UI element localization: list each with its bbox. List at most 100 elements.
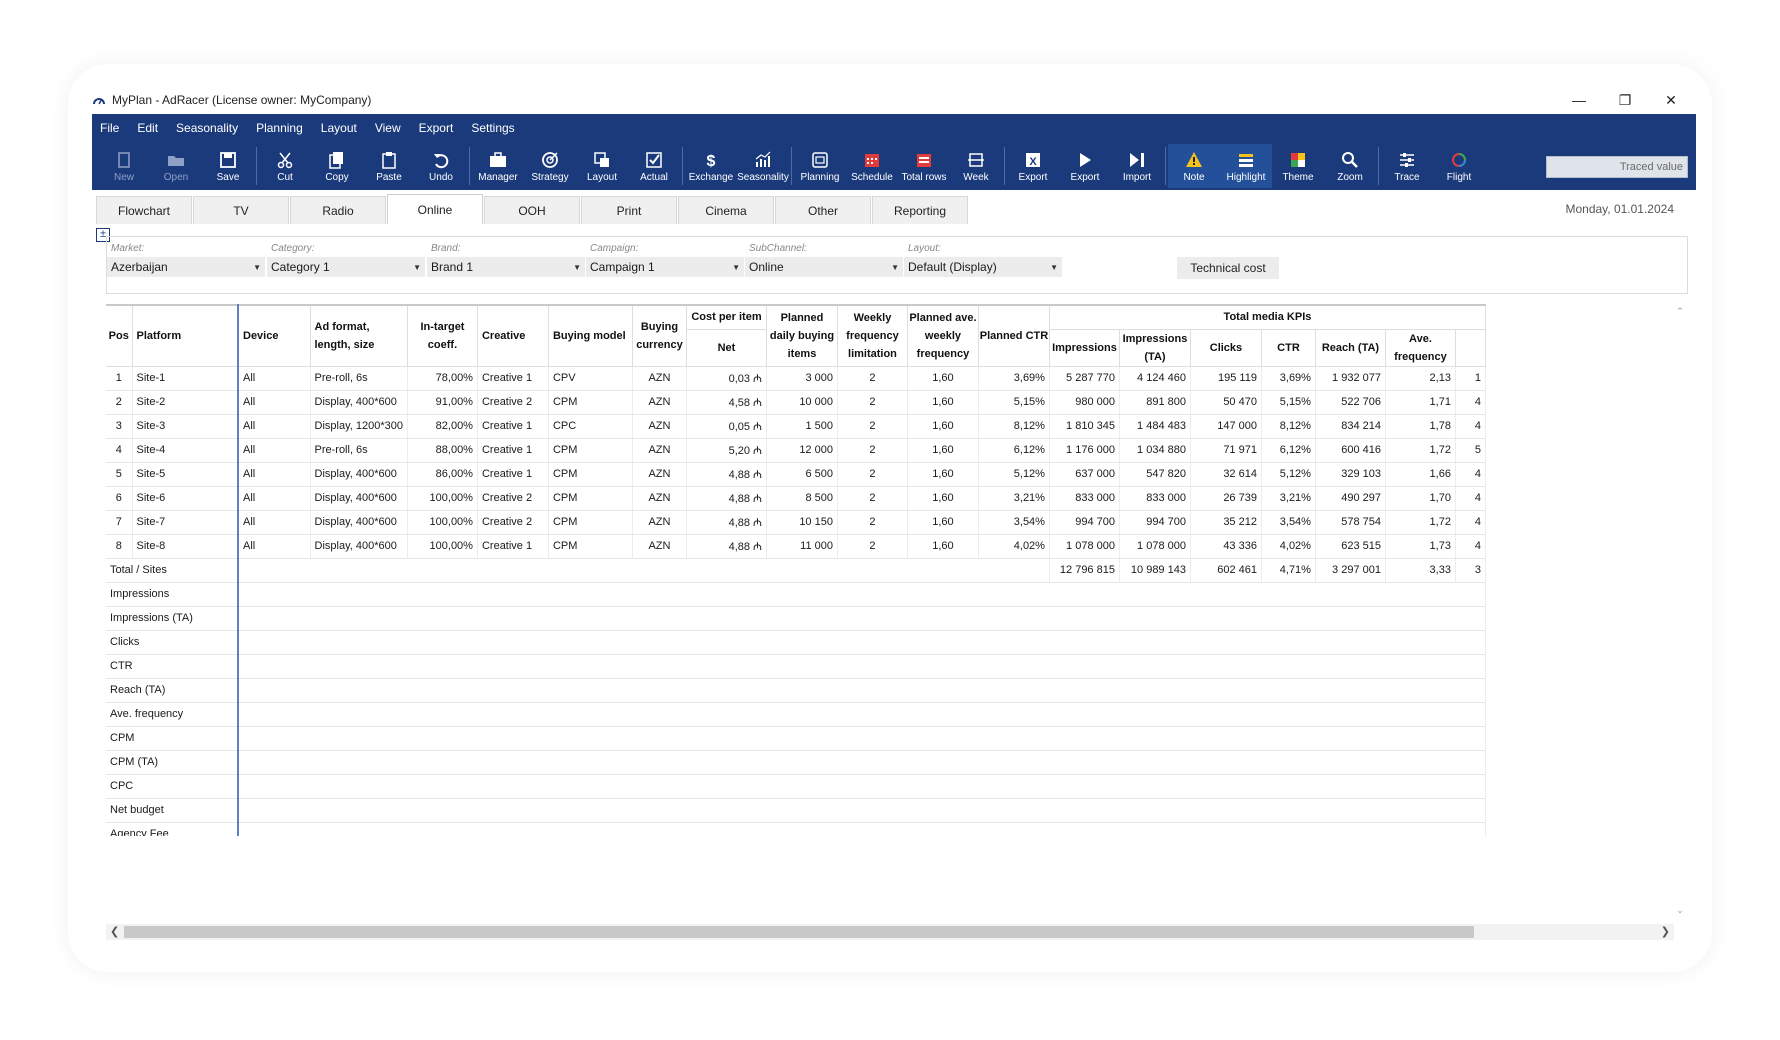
tab-ooh[interactable]: OOH (484, 196, 580, 224)
table-cell[interactable]: AZN (632, 462, 687, 487)
table-cell[interactable]: 2,13 (1385, 366, 1456, 391)
table-cell[interactable]: 1,60 (907, 438, 979, 463)
minimize-icon[interactable]: — (1570, 92, 1588, 108)
table-cell[interactable]: 6,12% (1261, 438, 1316, 463)
table-cell[interactable]: 2 (837, 462, 908, 487)
table-cell[interactable]: CPM (548, 510, 633, 535)
table-cell[interactable]: 100,00% (407, 510, 478, 535)
table-cell[interactable]: 4 (1455, 462, 1486, 487)
table-cell[interactable]: All (238, 438, 311, 463)
table-cell[interactable]: 3,54% (1261, 510, 1316, 535)
table-cell[interactable]: Creative 1 (477, 534, 549, 559)
table-cell[interactable]: 1 (1455, 366, 1486, 391)
col-impressions-ta[interactable]: Impressions (TA) (1119, 329, 1191, 367)
table-cell[interactable]: 8,12% (978, 414, 1050, 439)
table-cell[interactable]: 1,60 (907, 510, 979, 535)
table-cell[interactable]: 2 (837, 366, 908, 391)
table-cell[interactable]: 3,69% (1261, 366, 1316, 391)
menu-edit[interactable]: Edit (137, 121, 158, 135)
col-pos[interactable]: Pos (106, 305, 133, 367)
tab-reporting[interactable]: Reporting (872, 196, 968, 224)
table-cell[interactable]: 1,60 (907, 414, 979, 439)
table-cell[interactable]: 8 (106, 534, 133, 559)
horizontal-scroll-thumb[interactable] (124, 926, 1474, 938)
table-cell[interactable]: 1,60 (907, 462, 979, 487)
table-cell[interactable]: 5,15% (1261, 390, 1316, 415)
table-row[interactable]: 2 Site-2 All Display, 400*600 91,00% Creative… (106, 390, 1486, 415)
table-cell[interactable]: Site-3 (132, 414, 239, 439)
toolbar-total-rows-button[interactable]: Total rows (898, 144, 950, 188)
table-cell[interactable]: 5 (1455, 438, 1486, 463)
table-cell[interactable]: 623 515 (1315, 534, 1386, 559)
table-cell[interactable]: Pre-roll, 6s (310, 438, 408, 463)
table-cell[interactable]: 1 810 345 (1049, 414, 1120, 439)
toolbar-note-button[interactable]: Note (1168, 144, 1220, 188)
table-cell[interactable]: 2 (837, 510, 908, 535)
table-cell[interactable]: 1 932 077 (1315, 366, 1386, 391)
table-cell[interactable]: Site-6 (132, 486, 239, 511)
table-cell[interactable]: All (238, 486, 311, 511)
table-cell[interactable]: 1 500 (766, 414, 838, 439)
table-cell[interactable]: 4 (1455, 390, 1486, 415)
table-cell[interactable]: 1,78 (1385, 414, 1456, 439)
toolbar-undo-button[interactable]: Undo (415, 144, 467, 188)
table-row[interactable]: 7 Site-7 All Display, 400*600 100,00% Creativ… (106, 510, 1486, 535)
table-cell[interactable]: Site-1 (132, 366, 239, 391)
table-cell[interactable]: 5 (106, 462, 133, 487)
table-cell[interactable]: AZN (632, 366, 687, 391)
table-cell[interactable]: 1 034 880 (1119, 438, 1191, 463)
table-cell[interactable]: Site-4 (132, 438, 239, 463)
tab-cinema[interactable]: Cinema (678, 196, 774, 224)
table-cell[interactable]: 3 000 (766, 366, 838, 391)
toolbar-open-button[interactable]: Open (150, 144, 202, 188)
table-cell[interactable]: Pre-roll, 6s (310, 366, 408, 391)
table-cell[interactable]: 8,12% (1261, 414, 1316, 439)
table-cell[interactable]: 833 000 (1119, 486, 1191, 511)
table-cell[interactable]: 4,88 ₼ (686, 510, 767, 535)
col-planned-daily[interactable]: Planned daily buying items (766, 305, 838, 367)
scroll-down-icon[interactable]: ⌄ (1674, 905, 1686, 916)
toolbar-strategy-button[interactable]: Strategy (524, 144, 576, 188)
toolbar-export-button[interactable]: Export (1059, 144, 1111, 188)
table-cell[interactable]: Creative 2 (477, 510, 549, 535)
toolbar-manager-button[interactable]: Manager (472, 144, 524, 188)
table-cell[interactable]: 4 (1455, 510, 1486, 535)
table-cell[interactable]: AZN (632, 438, 687, 463)
table-cell[interactable]: 1,60 (907, 366, 979, 391)
table-cell[interactable]: 1 (106, 366, 133, 391)
filter-dropdown[interactable]: Default (Display) ▼ (904, 257, 1062, 277)
table-cell[interactable]: 4 (106, 438, 133, 463)
table-cell[interactable]: 600 416 (1315, 438, 1386, 463)
table-cell[interactable]: 1 078 000 (1049, 534, 1120, 559)
table-cell[interactable]: CPM (548, 438, 633, 463)
close-icon[interactable]: ✕ (1662, 92, 1680, 109)
toolbar-zoom-button[interactable]: Zoom (1324, 144, 1376, 188)
table-cell[interactable]: 1 078 000 (1119, 534, 1191, 559)
restore-icon[interactable]: ❐ (1616, 92, 1634, 109)
table-cell[interactable]: AZN (632, 534, 687, 559)
table-cell[interactable]: 547 820 (1119, 462, 1191, 487)
table-cell[interactable]: 891 800 (1119, 390, 1191, 415)
table-cell[interactable]: AZN (632, 390, 687, 415)
table-cell[interactable]: Display, 400*600 (310, 390, 408, 415)
table-cell[interactable]: 43 336 (1190, 534, 1262, 559)
table-cell[interactable]: 0,03 ₼ (686, 366, 767, 391)
menu-file[interactable]: File (100, 121, 119, 135)
table-cell[interactable]: 578 754 (1315, 510, 1386, 535)
toolbar-import-button[interactable]: Import (1111, 144, 1163, 188)
table-cell[interactable]: 82,00% (407, 414, 478, 439)
col-clicks[interactable]: Clicks (1190, 329, 1262, 367)
vertical-scrollbar[interactable]: ⌃ ⌄ (1674, 306, 1686, 916)
table-cell[interactable]: AZN (632, 510, 687, 535)
table-cell[interactable]: 1,60 (907, 486, 979, 511)
table-cell[interactable]: CPM (548, 390, 633, 415)
table-cell[interactable]: 2 (837, 414, 908, 439)
table-cell[interactable]: 5,12% (978, 462, 1050, 487)
table-cell[interactable]: 35 212 (1190, 510, 1262, 535)
table-cell[interactable]: 1 484 483 (1119, 414, 1191, 439)
table-cell[interactable]: 4,02% (1261, 534, 1316, 559)
col-weekly-freq[interactable]: Weekly frequency limitation (837, 305, 908, 367)
toolbar-new-button[interactable]: New (98, 144, 150, 188)
table-cell[interactable]: Site-7 (132, 510, 239, 535)
toolbar-export-button[interactable]: X Export (1007, 144, 1059, 188)
